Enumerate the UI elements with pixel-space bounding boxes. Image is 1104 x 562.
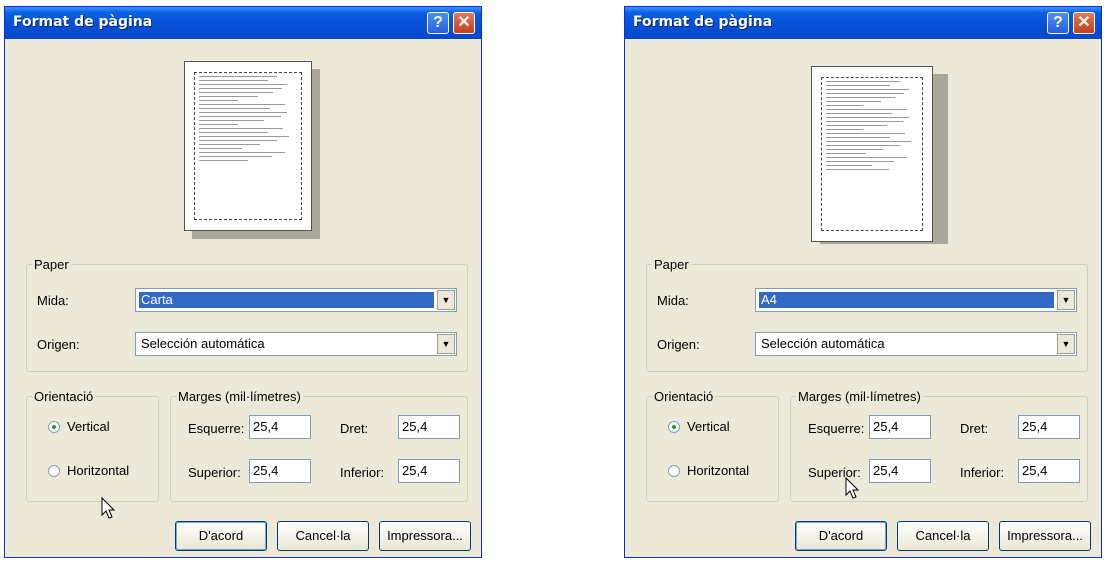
- paper-size-value: Carta: [139, 292, 434, 308]
- top-margin-input[interactable]: 25,4: [249, 459, 311, 483]
- title-bar[interactable]: Format de pàgina ? ✕: [625, 7, 1101, 39]
- orientation-legend: Orientació: [34, 389, 94, 404]
- help-icon[interactable]: ?: [427, 12, 449, 34]
- portrait-radio[interactable]: [48, 421, 60, 433]
- bottom-margin-input[interactable]: 25,4: [1018, 459, 1080, 483]
- paper-legend: Paper: [654, 257, 689, 272]
- mouse-cursor-icon: [101, 497, 116, 519]
- margins-group: Marges (mil·límetres): [170, 389, 468, 502]
- cancel-button[interactable]: Cancel·la: [897, 521, 989, 551]
- paper-legend: Paper: [34, 257, 69, 272]
- size-label: Mida:: [37, 293, 69, 308]
- printer-button[interactable]: Impressora...: [999, 521, 1091, 551]
- paper-source-select[interactable]: Selección automática ▼: [135, 332, 457, 356]
- page-preview: [184, 61, 312, 231]
- paper-source-value: Selección automática: [141, 336, 265, 351]
- ok-button[interactable]: D'acord: [795, 521, 887, 551]
- size-label: Mida:: [657, 293, 689, 308]
- preview-margin-guide: [821, 77, 923, 231]
- close-icon[interactable]: ✕: [1073, 12, 1095, 34]
- landscape-radio[interactable]: [48, 465, 60, 477]
- title-bar[interactable]: Format de pàgina ? ✕: [5, 7, 481, 39]
- margins-legend: Marges (mil·límetres): [178, 389, 301, 404]
- paper-source-value: Selección automática: [761, 336, 885, 351]
- bottom-margin-label: Inferior:: [340, 465, 385, 480]
- preview-text-lines: [826, 81, 918, 227]
- margins-group: Marges (mil·límetres): [790, 389, 1088, 502]
- right-margin-input[interactable]: 25,4: [398, 415, 460, 439]
- top-margin-label: Superior:: [188, 465, 241, 480]
- page-setup-dialog-right: Format de pàgina ? ✕ Paper Mida: A4 ▼ Or…: [624, 6, 1102, 558]
- help-icon[interactable]: ?: [1047, 12, 1069, 34]
- orientation-group: Orientació: [646, 389, 779, 502]
- mouse-cursor-icon: [845, 477, 860, 499]
- chevron-down-icon[interactable]: ▼: [1057, 334, 1075, 354]
- top-margin-input[interactable]: 25,4: [869, 459, 931, 483]
- preview-margin-guide: [194, 72, 302, 220]
- chevron-down-icon[interactable]: ▼: [437, 290, 455, 310]
- landscape-radio[interactable]: [668, 465, 680, 477]
- close-icon[interactable]: ✕: [453, 12, 475, 34]
- right-margin-input[interactable]: 25,4: [1018, 415, 1080, 439]
- page-preview: [811, 66, 933, 242]
- chevron-down-icon[interactable]: ▼: [1057, 290, 1075, 310]
- portrait-radio[interactable]: [668, 421, 680, 433]
- cancel-button[interactable]: Cancel·la: [277, 521, 369, 551]
- source-label: Origen:: [657, 337, 700, 352]
- left-margin-input[interactable]: 25,4: [869, 415, 931, 439]
- page-setup-dialog-left: Format de pàgina ? ✕ Paper Mida: Carta ▼…: [4, 6, 482, 558]
- paper-source-select[interactable]: Selección automática ▼: [755, 332, 1077, 356]
- orientation-group: Orientació: [26, 389, 159, 502]
- margins-legend: Marges (mil·límetres): [798, 389, 921, 404]
- source-label: Origen:: [37, 337, 80, 352]
- portrait-label[interactable]: Vertical: [67, 419, 110, 434]
- left-margin-input[interactable]: 25,4: [249, 415, 311, 439]
- paper-size-value: A4: [759, 292, 1054, 308]
- ok-button[interactable]: D'acord: [175, 521, 267, 551]
- bottom-margin-input[interactable]: 25,4: [398, 459, 460, 483]
- printer-button[interactable]: Impressora...: [379, 521, 471, 551]
- landscape-label[interactable]: Horitzontal: [67, 463, 129, 478]
- portrait-label[interactable]: Vertical: [687, 419, 730, 434]
- right-margin-label: Dret:: [960, 421, 989, 436]
- left-margin-label: Esquerre:: [808, 421, 865, 436]
- chevron-down-icon[interactable]: ▼: [437, 334, 455, 354]
- dialog-title: Format de pàgina: [13, 14, 153, 30]
- left-margin-label: Esquerre:: [188, 421, 245, 436]
- right-margin-label: Dret:: [340, 421, 369, 436]
- paper-size-select[interactable]: A4 ▼: [755, 288, 1077, 312]
- orientation-legend: Orientació: [654, 389, 714, 404]
- bottom-margin-label: Inferior:: [960, 465, 1005, 480]
- paper-size-select[interactable]: Carta ▼: [135, 288, 457, 312]
- dialog-title: Format de pàgina: [633, 14, 773, 30]
- landscape-label[interactable]: Horitzontal: [687, 463, 749, 478]
- preview-text-lines: [199, 76, 297, 216]
